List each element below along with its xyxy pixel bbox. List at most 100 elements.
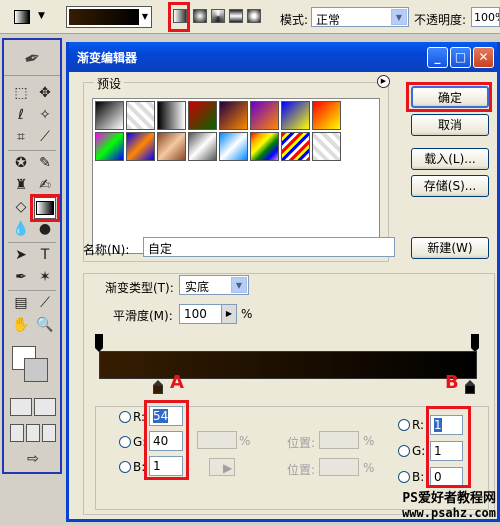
annotation-box xyxy=(168,2,190,32)
preset-swatch[interactable] xyxy=(126,132,155,161)
preset-swatch[interactable] xyxy=(95,132,124,161)
preset-swatch[interactable] xyxy=(157,132,186,161)
chevron-down-icon[interactable]: ▼ xyxy=(140,9,150,25)
new-button[interactable]: 新建(W) xyxy=(411,237,489,259)
annotation-box xyxy=(406,82,492,112)
blue-radio-a[interactable] xyxy=(119,461,131,473)
preset-swatch[interactable] xyxy=(95,101,124,130)
gradient-type-label: 渐变类型(T): xyxy=(105,281,174,295)
blue-radio-b[interactable] xyxy=(398,471,410,483)
preset-swatch[interactable] xyxy=(188,132,217,161)
diamond-gradient-button[interactable] xyxy=(247,9,261,23)
green-label-b: G: xyxy=(412,444,426,458)
shape-tool-icon[interactable]: ✶ xyxy=(34,266,56,288)
screen-mode-full-button[interactable] xyxy=(42,424,56,442)
preset-swatch[interactable] xyxy=(312,132,341,161)
percent-label: % xyxy=(241,307,253,321)
eyedropper-tool-icon[interactable]: ⟋ xyxy=(34,292,56,314)
location-label-bottom: 位置: xyxy=(287,463,316,477)
color-stop-left[interactable] xyxy=(153,380,163,394)
magic-wand-tool-icon[interactable]: ✧ xyxy=(34,104,56,126)
watermark: PS爱好者教程网 www.psahz.com xyxy=(402,491,496,521)
angle-gradient-button[interactable] xyxy=(211,9,225,23)
preset-swatch[interactable] xyxy=(126,101,155,130)
opacity-stop-right[interactable] xyxy=(471,334,479,352)
brush-tool-icon[interactable]: ✎ xyxy=(34,152,56,174)
green-radio-a[interactable] xyxy=(119,436,131,448)
preset-swatch[interactable] xyxy=(188,101,217,130)
blur-tool-icon[interactable]: 💧 xyxy=(10,218,32,240)
preset-swatch[interactable] xyxy=(157,101,186,130)
standard-mode-button[interactable] xyxy=(10,398,32,416)
chevron-down-icon[interactable]: ▼ xyxy=(391,9,407,25)
red-radio-a[interactable] xyxy=(119,411,131,423)
chevron-right-icon: ▶ xyxy=(223,461,233,475)
slice-tool-icon[interactable]: ⟋ xyxy=(34,126,56,148)
marquee-tool-icon[interactable]: ⬚ xyxy=(10,82,32,104)
lasso-tool-icon[interactable]: ℓ xyxy=(10,104,32,126)
preset-swatch[interactable] xyxy=(219,101,248,130)
type-tool-icon[interactable]: T xyxy=(34,244,56,266)
percent-label: % xyxy=(363,461,375,475)
presets-menu-icon[interactable]: ▶ xyxy=(377,75,390,88)
path-select-tool-icon[interactable]: ➤ xyxy=(10,244,32,266)
reflected-gradient-button[interactable] xyxy=(229,9,243,23)
blue-label-b: B: xyxy=(412,470,425,484)
preset-swatch[interactable] xyxy=(250,132,279,161)
preset-swatch[interactable] xyxy=(281,132,310,161)
save-button[interactable]: 存储(S)... xyxy=(411,175,489,197)
notes-tool-icon[interactable]: ▤ xyxy=(10,292,32,314)
screen-mode-full-menu-button[interactable] xyxy=(26,424,40,442)
annotation-box xyxy=(426,406,471,488)
cancel-button[interactable]: 取消 xyxy=(411,114,489,136)
crop-tool-icon[interactable]: ⌗ xyxy=(10,126,32,148)
chevron-right-icon[interactable]: ▶ xyxy=(221,304,237,324)
color-stop-right[interactable] xyxy=(465,380,475,394)
history-brush-tool-icon[interactable]: ✍ xyxy=(34,174,56,196)
opacity-input[interactable]: 100% xyxy=(471,7,500,27)
name-input[interactable]: 自定 xyxy=(143,237,395,257)
tool-preset-picker[interactable]: ▼ xyxy=(8,6,56,28)
percent-label: % xyxy=(363,434,375,448)
screen-mode-standard-button[interactable] xyxy=(10,424,24,442)
location-label-top: 位置: xyxy=(287,436,316,450)
stamp-tool-icon[interactable]: ♜ xyxy=(10,174,32,196)
chevron-down-icon: ▼ xyxy=(38,11,45,21)
preset-swatch[interactable] xyxy=(250,101,279,130)
eraser-tool-icon[interactable]: ◇ xyxy=(10,196,32,218)
minimize-icon[interactable]: _ xyxy=(427,47,448,68)
toolbox: ✒ ⬚ ✥ ℓ ✧ ⌗ ⟋ ✪ ✎ ♜ ✍ ◇ 💧 ● ➤ T ✒ ✶ ▤ ⟋ … xyxy=(2,38,62,474)
background-color-swatch[interactable] xyxy=(24,358,48,382)
load-button[interactable]: 载入(L)... xyxy=(411,148,489,170)
preset-swatch[interactable] xyxy=(312,101,341,130)
zoom-tool-icon[interactable]: 🔍 xyxy=(34,314,56,336)
gradient-type-select[interactable]: 实底 ▼ xyxy=(179,275,249,295)
jump-to-imageready-icon[interactable]: ⇨ xyxy=(18,448,48,470)
annotation-label-b: B xyxy=(445,372,459,393)
dodge-tool-icon[interactable]: ● xyxy=(34,218,56,240)
maximize-icon[interactable]: □ xyxy=(450,47,471,68)
mode-select[interactable]: 正常 ▼ xyxy=(311,7,409,27)
close-icon[interactable]: ✕ xyxy=(473,47,494,68)
mode-label: 模式: xyxy=(280,13,309,27)
preset-swatch[interactable] xyxy=(219,132,248,161)
gradient-editor-dialog: 渐变编辑器 _ □ ✕ 预设 ▶ 确定 取消 载入(L)... 存储(S)...… xyxy=(66,42,500,522)
healing-brush-tool-icon[interactable]: ✪ xyxy=(10,152,32,174)
opacity-stop-left[interactable] xyxy=(95,334,103,352)
stop-color-chip xyxy=(153,385,163,394)
gradient-tool-icon xyxy=(14,10,30,24)
quick-mask-button[interactable] xyxy=(34,398,56,416)
red-radio-b[interactable] xyxy=(398,419,410,431)
toolbox-divider xyxy=(8,242,56,243)
radial-gradient-button[interactable] xyxy=(193,9,207,23)
smoothness-input[interactable]: 100 xyxy=(179,304,223,324)
chevron-down-icon[interactable]: ▼ xyxy=(231,277,247,293)
titlebar: 渐变编辑器 _ □ ✕ xyxy=(69,42,497,72)
preset-swatch[interactable] xyxy=(281,101,310,130)
green-radio-b[interactable] xyxy=(398,445,410,457)
gradient-picker[interactable]: ▼ xyxy=(66,6,152,28)
hand-tool-icon[interactable]: ✋ xyxy=(10,314,32,336)
pen-tool-icon[interactable]: ✒ xyxy=(10,266,32,288)
gradient-bar[interactable] xyxy=(99,351,477,379)
move-tool-icon[interactable]: ✥ xyxy=(34,82,56,104)
